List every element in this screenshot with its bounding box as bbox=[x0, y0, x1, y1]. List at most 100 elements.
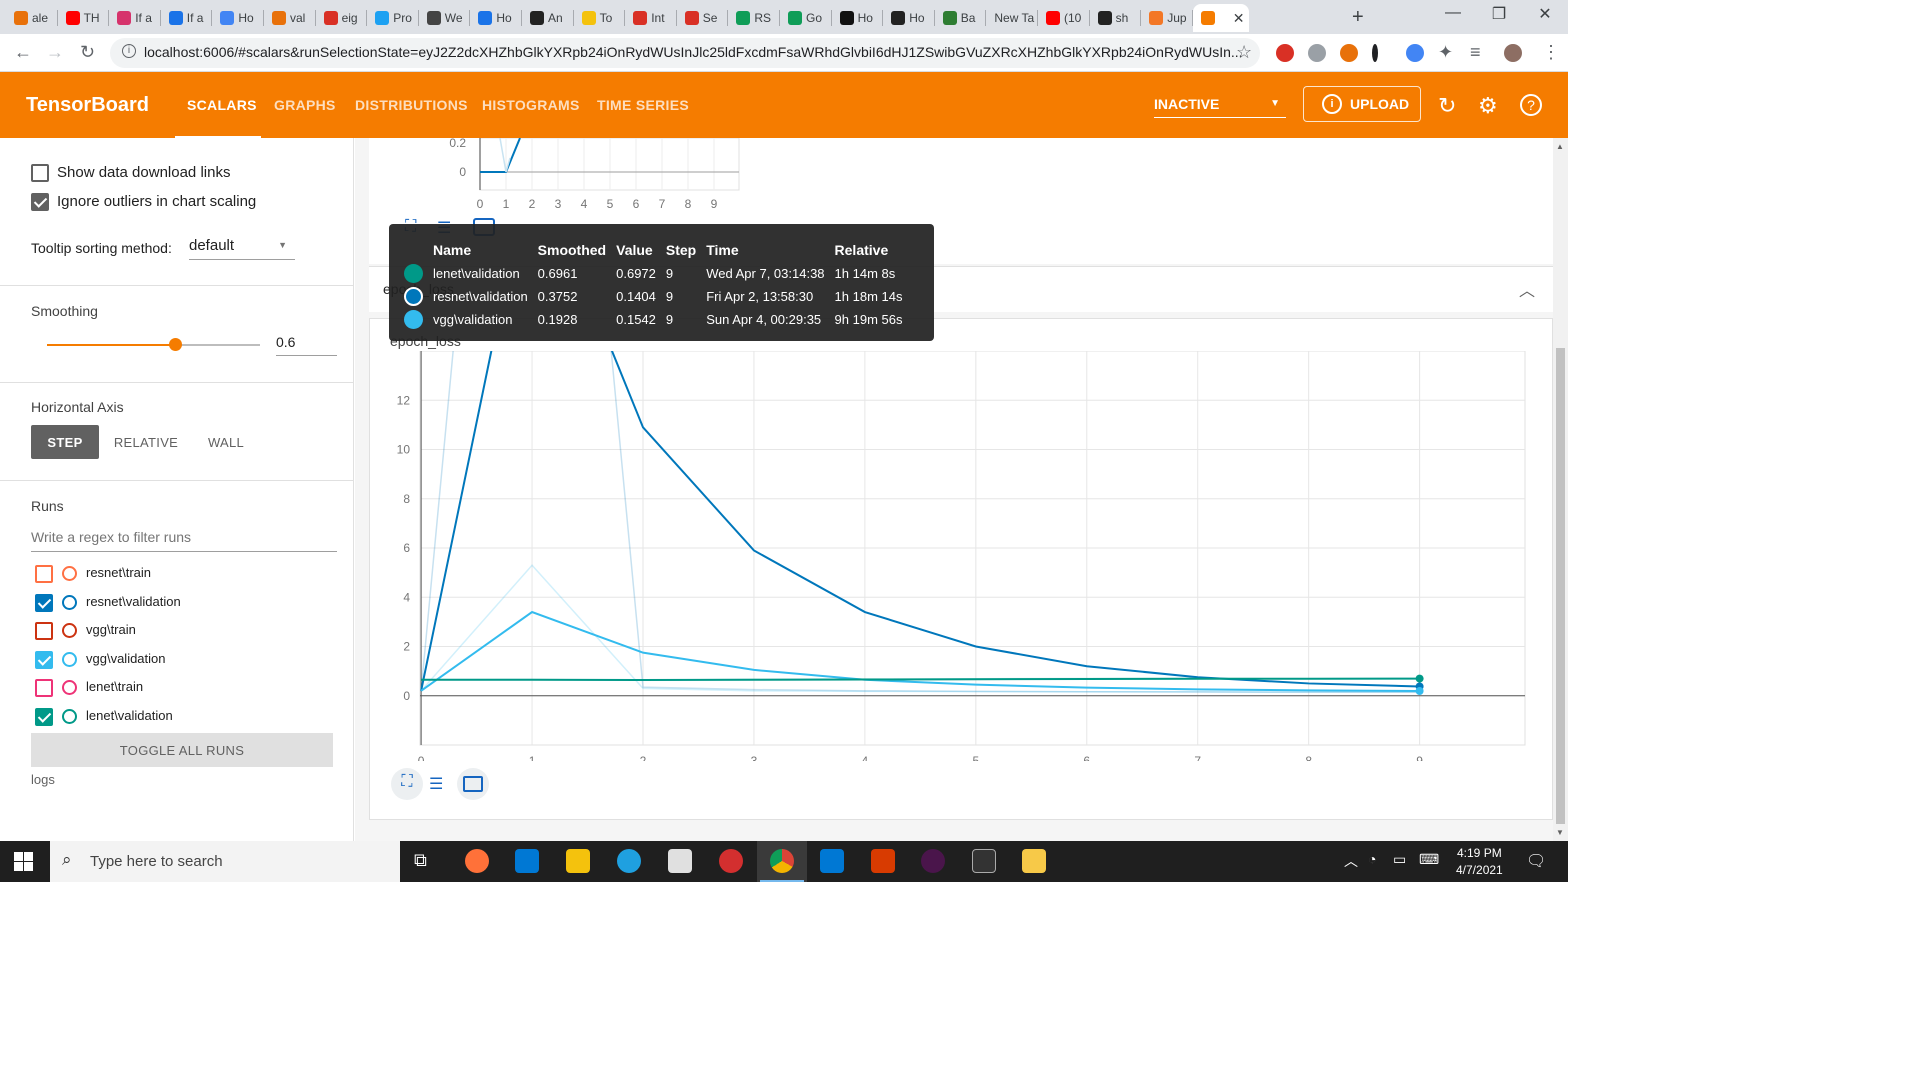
vscode-icon[interactable] bbox=[820, 849, 844, 873]
browser-tab[interactable]: An bbox=[522, 4, 574, 32]
profile-avatar[interactable] bbox=[1504, 44, 1522, 62]
minimize-icon[interactable]: — bbox=[1430, 4, 1476, 22]
browser-tab[interactable]: sh bbox=[1090, 4, 1142, 32]
browser-tab[interactable]: Ho bbox=[470, 4, 522, 32]
reload-icon[interactable]: ↻ bbox=[80, 42, 95, 63]
show-download-links-checkbox[interactable] bbox=[31, 164, 49, 182]
bookmark-star-icon[interactable]: ☆ bbox=[1236, 42, 1252, 63]
browser-tab[interactable]: Pro bbox=[367, 4, 419, 32]
firefox-icon[interactable] bbox=[465, 849, 489, 873]
upload-button[interactable]: i UPLOAD bbox=[1303, 86, 1421, 122]
windows-start-icon[interactable] bbox=[14, 852, 34, 872]
task-view-icon[interactable]: ⧉ bbox=[414, 850, 427, 871]
extensions-puzzle-icon[interactable]: ✦ bbox=[1438, 42, 1453, 63]
run-row[interactable]: lenet\validation bbox=[35, 707, 335, 727]
new-tab-button[interactable]: + bbox=[1352, 6, 1364, 29]
run-row[interactable]: vgg\validation bbox=[35, 650, 335, 670]
page-scrollbar[interactable]: ▲ ▼ bbox=[1553, 138, 1568, 841]
browser-tab[interactable]: If a bbox=[161, 4, 213, 32]
scroll-up-icon[interactable]: ▲ bbox=[1556, 142, 1564, 151]
chevron-up-icon[interactable]: ︿ bbox=[1344, 851, 1358, 871]
run-color-swatch[interactable] bbox=[62, 651, 77, 667]
browser-tab[interactable]: New Ta bbox=[986, 4, 1038, 32]
office-icon[interactable] bbox=[871, 849, 895, 873]
run-checkbox[interactable] bbox=[35, 679, 53, 697]
browser-tab[interactable]: Int bbox=[625, 4, 677, 32]
browser-tab[interactable]: Ho bbox=[883, 4, 935, 32]
taskbar-search-input[interactable]: ⌕ Type here to search bbox=[50, 841, 400, 882]
browser-tab[interactable]: (10 bbox=[1038, 4, 1090, 32]
help-icon[interactable]: ? bbox=[1520, 94, 1542, 116]
tab-histograms[interactable]: HISTOGRAMS bbox=[482, 97, 580, 113]
file-explorer-icon[interactable] bbox=[566, 849, 590, 873]
gear-icon[interactable]: ⚙ bbox=[1478, 93, 1498, 119]
forward-icon[interactable]: → bbox=[46, 42, 64, 63]
run-checkbox[interactable] bbox=[35, 593, 53, 612]
chevron-up-icon[interactable]: ︿ bbox=[1519, 277, 1535, 301]
run-color-swatch[interactable] bbox=[62, 566, 77, 581]
site-info-icon[interactable]: i bbox=[122, 44, 136, 58]
taskbar-clock[interactable]: 4:19 PM 4/7/2021 bbox=[1456, 845, 1503, 879]
browser-tab[interactable]: Go bbox=[780, 4, 832, 32]
terminal-icon[interactable] bbox=[972, 849, 996, 873]
browser-tab[interactable]: Ba bbox=[935, 4, 987, 32]
axis-wall-button[interactable]: WALL bbox=[198, 425, 254, 459]
browser-tab[interactable]: eig bbox=[316, 4, 368, 32]
battery-icon[interactable]: ▭ bbox=[1393, 851, 1406, 868]
extension-icon[interactable] bbox=[1340, 44, 1358, 62]
run-checkbox[interactable] bbox=[35, 707, 53, 726]
scroll-down-icon[interactable]: ▼ bbox=[1556, 828, 1564, 837]
browser-tab[interactable]: val bbox=[264, 4, 316, 32]
reset-zoom-button[interactable] bbox=[457, 768, 489, 800]
tab-graphs[interactable]: GRAPHS bbox=[274, 97, 336, 113]
slack-icon[interactable] bbox=[921, 849, 945, 873]
tab-time-series[interactable]: TIME SERIES bbox=[597, 97, 689, 113]
chrome-taskbar-button[interactable] bbox=[757, 841, 807, 882]
network-icon[interactable]: ◔ bbox=[1368, 851, 1376, 867]
close-window-icon[interactable]: ✕ bbox=[1522, 4, 1568, 24]
browser-tab[interactable]: TH bbox=[58, 4, 110, 32]
maximize-icon[interactable]: ❐ bbox=[1476, 4, 1522, 24]
run-row[interactable]: resnet\validation bbox=[35, 593, 335, 613]
smoothing-value-input[interactable]: 0.6 bbox=[276, 334, 337, 356]
mail-icon[interactable] bbox=[515, 849, 539, 873]
smoothing-slider[interactable] bbox=[47, 338, 260, 351]
run-color-swatch[interactable] bbox=[62, 623, 77, 638]
runs-filter-input[interactable]: Write a regex to filter runs bbox=[31, 529, 337, 552]
reading-list-icon[interactable]: ≡ bbox=[1470, 42, 1481, 63]
notifications-icon[interactable]: 🗨 bbox=[1526, 851, 1546, 871]
series-smoothed-line[interactable] bbox=[420, 351, 1420, 692]
browser-tab[interactable]: RS bbox=[728, 4, 780, 32]
browser-tab[interactable]: ale bbox=[6, 4, 58, 32]
smoothing-slider-thumb[interactable] bbox=[168, 338, 182, 351]
tooltip-sort-select[interactable]: default ▼ bbox=[189, 236, 295, 260]
run-checkbox[interactable] bbox=[35, 565, 53, 583]
epoch-loss-chart[interactable]: 0246810120 1 2 3 4 5 6 7 8 9 bbox=[370, 351, 1550, 761]
browser-tab-active[interactable]: ✕ bbox=[1192, 4, 1249, 32]
toggle-log-scale-icon[interactable]: ☰ bbox=[429, 774, 449, 794]
run-row[interactable]: resnet\train bbox=[35, 564, 335, 584]
fit-domain-icon[interactable]: ⛶ bbox=[391, 768, 423, 800]
browser-tab[interactable]: Jup bbox=[1141, 4, 1193, 32]
run-color-swatch[interactable] bbox=[62, 680, 77, 695]
browser-tab[interactable]: Se bbox=[677, 4, 729, 32]
axis-relative-button[interactable]: RELATIVE bbox=[107, 425, 185, 459]
close-tab-icon[interactable]: ✕ bbox=[1233, 10, 1245, 27]
run-color-swatch[interactable] bbox=[62, 708, 77, 724]
app-icon[interactable] bbox=[719, 849, 743, 873]
edge-icon[interactable] bbox=[617, 849, 641, 873]
browser-tab[interactable]: Ho bbox=[832, 4, 884, 32]
back-icon[interactable]: ← bbox=[14, 42, 32, 63]
run-row[interactable]: lenet\train bbox=[35, 678, 335, 698]
series-smoothed-line[interactable] bbox=[421, 677, 1420, 681]
browser-tab[interactable]: If a bbox=[109, 4, 161, 32]
browser-tab[interactable]: To bbox=[574, 4, 626, 32]
extension-icon[interactable] bbox=[1276, 44, 1294, 62]
url-input[interactable]: i localhost:6006/#scalars&runSelectionSt… bbox=[110, 38, 1260, 68]
scrollbar-thumb[interactable] bbox=[1556, 348, 1565, 824]
tab-scalars[interactable]: SCALARS bbox=[187, 97, 257, 113]
browser-tab[interactable]: Ho bbox=[212, 4, 264, 32]
run-row[interactable]: vgg\train bbox=[35, 621, 335, 641]
extension-icon[interactable] bbox=[1308, 44, 1326, 62]
python-icon[interactable] bbox=[1022, 849, 1046, 873]
